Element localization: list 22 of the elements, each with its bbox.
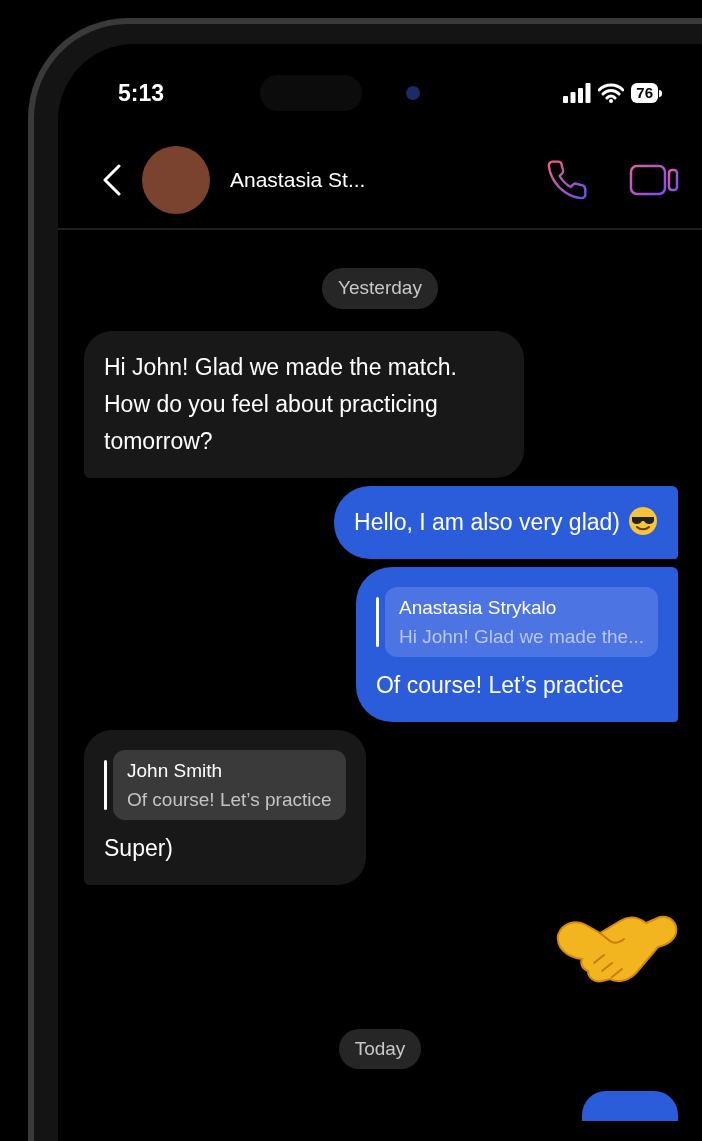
battery-tip-icon: [659, 89, 662, 97]
signal-icon: [563, 83, 592, 103]
date-chip: Yesterday: [322, 268, 438, 309]
reply-quote[interactable]: Anastasia Strykalo Hi John! Glad we made the...: [385, 586, 658, 657]
quote-text: Of course! Let’s practice: [127, 787, 332, 812]
message-text: Super): [104, 833, 175, 863]
message-text: Hi John! Glad we made the match. How do you feel about practicing tomorrow?: [104, 352, 458, 456]
date-chip: Today: [338, 1028, 422, 1069]
video-camera-icon: [629, 164, 679, 196]
back-icon: [102, 164, 122, 196]
camera-icon: [406, 86, 421, 100]
phone-icon: [545, 158, 589, 202]
battery-level: 76: [631, 83, 658, 103]
message-text: Of course! Let’s practice: [376, 670, 625, 700]
quote-text: Hi John! Glad we made the...: [399, 624, 644, 649]
quote-author: John Smith: [127, 758, 224, 783]
status-time: 5:13: [118, 78, 165, 108]
reply-quote[interactable]: John Smith Of course! Let’s practice: [113, 749, 346, 820]
contact-name[interactable]: Anastasia St...: [230, 164, 366, 196]
quote-author: Anastasia Strykalo: [399, 595, 558, 620]
message-text: Hello, I am also very glad): [354, 503, 658, 541]
wifi-icon: [598, 83, 625, 103]
